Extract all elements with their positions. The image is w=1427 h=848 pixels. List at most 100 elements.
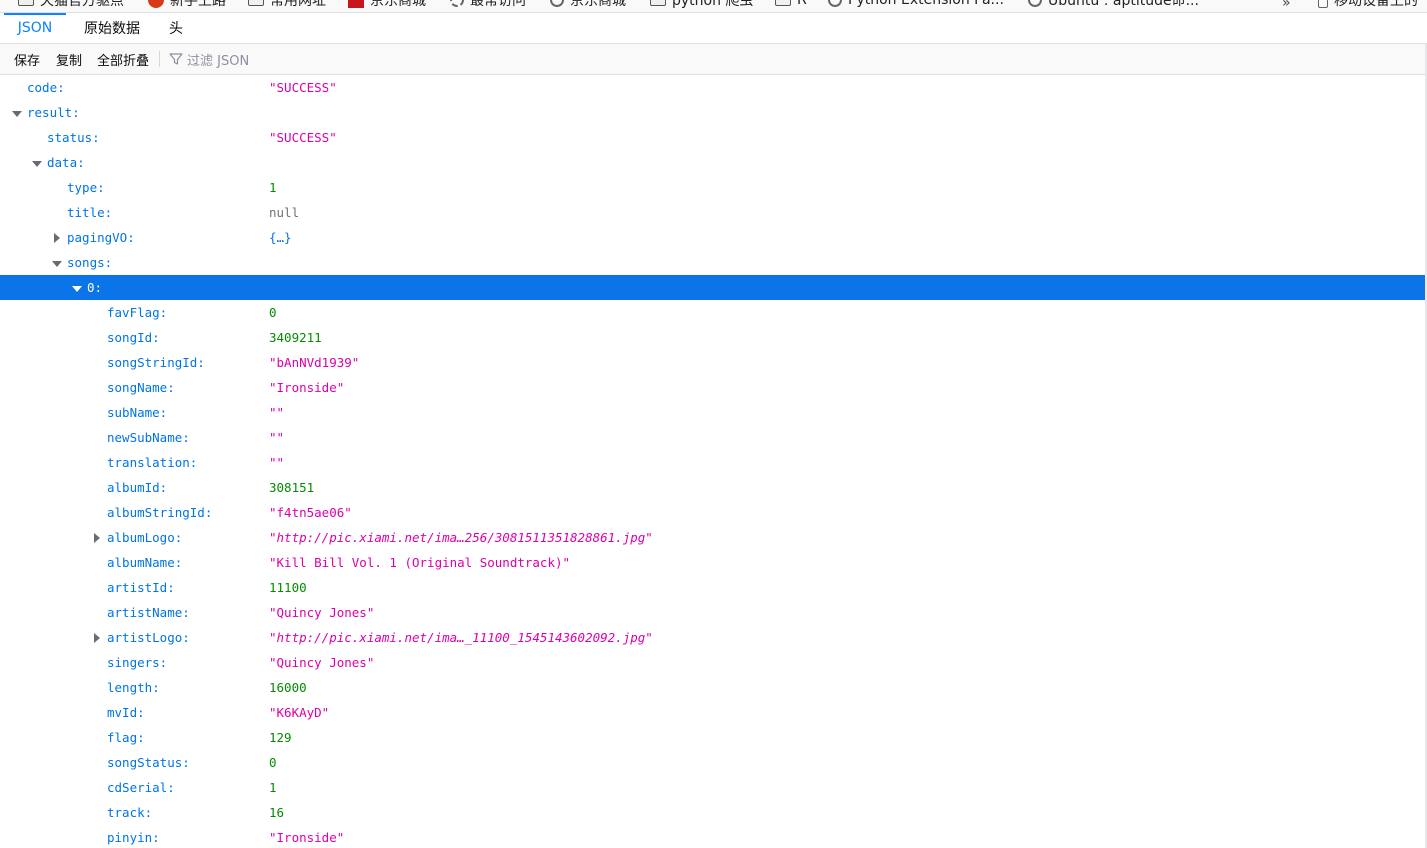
bookmark-item[interactable]: 移动设备上的: [1318, 0, 1418, 9]
json-row[interactable]: code: "SUCCESS": [0, 75, 1427, 100]
bookmark-item[interactable]: 京东商城: [348, 0, 426, 9]
json-value: 16: [269, 805, 285, 820]
expand-triangle-right-icon[interactable]: [52, 225, 62, 250]
json-row[interactable]: flag: 129: [0, 725, 1427, 750]
chevron-right-icon[interactable]: »: [1282, 0, 1291, 11]
json-row[interactable]: songId: 3409211: [0, 325, 1427, 350]
json-value: "Kill Bill Vol. 1 (Original Soundtrack)": [269, 555, 571, 570]
tab-json[interactable]: JSON: [4, 13, 66, 43]
json-key: length:: [107, 680, 160, 695]
json-row[interactable]: artistName: "Quincy Jones": [0, 600, 1427, 625]
json-key: newSubName:: [107, 430, 190, 445]
json-row[interactable]: 0:: [0, 275, 1427, 300]
json-row[interactable]: subName: "": [0, 400, 1427, 425]
filter-icon: [169, 53, 183, 65]
bookmark-item[interactable]: python 爬虫: [650, 0, 753, 9]
json-value: "SUCCESS": [269, 80, 337, 95]
json-value: "": [269, 455, 285, 470]
gear-icon: [450, 0, 464, 7]
json-key: mvId:: [107, 705, 145, 720]
json-value: {…}: [269, 230, 292, 245]
json-value: 1: [269, 780, 277, 795]
json-value: "K6KAyD": [269, 705, 330, 720]
bookmark-item[interactable]: 京东商城: [550, 0, 626, 9]
json-tree: code: "SUCCESS" result: status: "SUCCESS" dat…: [0, 75, 1427, 848]
json-row[interactable]: artistLogo: "http://pic.xiami.net/ima…_11…: [0, 625, 1427, 650]
tab-raw-data[interactable]: 原始数据: [72, 13, 152, 43]
json-key: artistLogo:: [107, 630, 190, 645]
folder-icon: [248, 0, 264, 6]
json-row[interactable]: newSubName: "": [0, 425, 1427, 450]
expand-triangle-right-icon[interactable]: [92, 625, 102, 650]
json-row[interactable]: favFlag: 0: [0, 300, 1427, 325]
json-key: pagingVO:: [67, 230, 135, 245]
json-row[interactable]: albumId: 308151: [0, 475, 1427, 500]
json-key: songId:: [107, 330, 160, 345]
copy-button[interactable]: 复制: [56, 44, 82, 74]
json-value: 11100: [269, 580, 307, 595]
expand-triangle-down-icon[interactable]: [32, 150, 42, 175]
json-row[interactable]: albumName: "Kill Bill Vol. 1 (Original So…: [0, 550, 1427, 575]
json-row[interactable]: data:: [0, 150, 1427, 175]
json-value: 3409211: [269, 330, 322, 345]
json-key: flag:: [107, 730, 145, 745]
json-row[interactable]: translation: "": [0, 450, 1427, 475]
json-key: artistId:: [107, 580, 175, 595]
json-row[interactable]: status: "SUCCESS": [0, 125, 1427, 150]
json-value: null: [269, 205, 300, 220]
collapse-all-button[interactable]: 全部折叠: [97, 44, 149, 74]
json-key: subName:: [107, 405, 168, 420]
bookmark-item[interactable]: 新手上路: [148, 0, 226, 9]
json-row[interactable]: artistId: 11100: [0, 575, 1427, 600]
save-button[interactable]: 保存: [14, 44, 40, 74]
bookmark-item[interactable]: 天猫官方驱点: [18, 0, 124, 9]
json-key: type:: [67, 180, 105, 195]
json-row[interactable]: result:: [0, 100, 1427, 125]
json-row[interactable]: songs:: [0, 250, 1427, 275]
json-row[interactable]: albumStringId: "f4tn5ae06": [0, 500, 1427, 525]
json-key: result:: [27, 105, 80, 120]
json-key: status:: [47, 130, 100, 145]
expand-triangle-down-icon[interactable]: [12, 100, 22, 125]
json-value: 0: [269, 305, 277, 320]
folder-icon: [18, 0, 34, 6]
json-key: songName:: [107, 380, 175, 395]
json-row[interactable]: albumLogo: "http://pic.xiami.net/ima…256/…: [0, 525, 1427, 550]
json-row[interactable]: songName: "Ironside": [0, 375, 1427, 400]
json-key: artistName:: [107, 605, 190, 620]
json-value: 16000: [269, 680, 307, 695]
json-row[interactable]: length: 16000: [0, 675, 1427, 700]
json-value: 1: [269, 180, 277, 195]
json-key: singers:: [107, 655, 168, 670]
bookmark-item[interactable]: 常用网址: [248, 0, 326, 9]
bookmark-item[interactable]: Ubuntu : aptitude命...: [1028, 0, 1199, 9]
json-row[interactable]: songStringId: "bAnNVd1939": [0, 350, 1427, 375]
json-row[interactable]: title: null: [0, 200, 1427, 225]
firefox-icon: [148, 0, 164, 8]
json-row[interactable]: type: 1: [0, 175, 1427, 200]
tab-headers[interactable]: 头: [160, 13, 192, 43]
bookmark-item[interactable]: Python Extension Pa...: [828, 0, 1004, 8]
bookmark-item[interactable]: R: [775, 0, 807, 8]
json-row[interactable]: pinyin: "Ironside": [0, 825, 1427, 848]
phone-icon: [1318, 0, 1328, 8]
json-value: "Quincy Jones": [269, 655, 375, 670]
expand-triangle-down-icon[interactable]: [52, 250, 62, 275]
json-row[interactable]: cdSerial: 1: [0, 775, 1427, 800]
viewer-tabs: JSON 原始数据 头: [0, 13, 1427, 44]
json-key: title:: [67, 205, 113, 220]
json-key: songStringId:: [107, 355, 205, 370]
expand-triangle-right-icon[interactable]: [92, 525, 102, 550]
filter-json-input[interactable]: 过滤 JSON: [169, 44, 249, 74]
json-row[interactable]: mvId: "K6KAyD": [0, 700, 1427, 725]
json-row[interactable]: pagingVO: {…}: [0, 225, 1427, 250]
folder-icon: [775, 0, 791, 6]
json-row[interactable]: songStatus: 0: [0, 750, 1427, 775]
json-value: "SUCCESS": [269, 130, 337, 145]
json-key: code:: [27, 80, 65, 95]
bookmark-item[interactable]: 最常访问: [450, 0, 526, 9]
expand-triangle-down-icon[interactable]: [72, 275, 82, 300]
json-value: "Ironside": [269, 380, 345, 395]
json-row[interactable]: track: 16: [0, 800, 1427, 825]
json-row[interactable]: singers: "Quincy Jones": [0, 650, 1427, 675]
